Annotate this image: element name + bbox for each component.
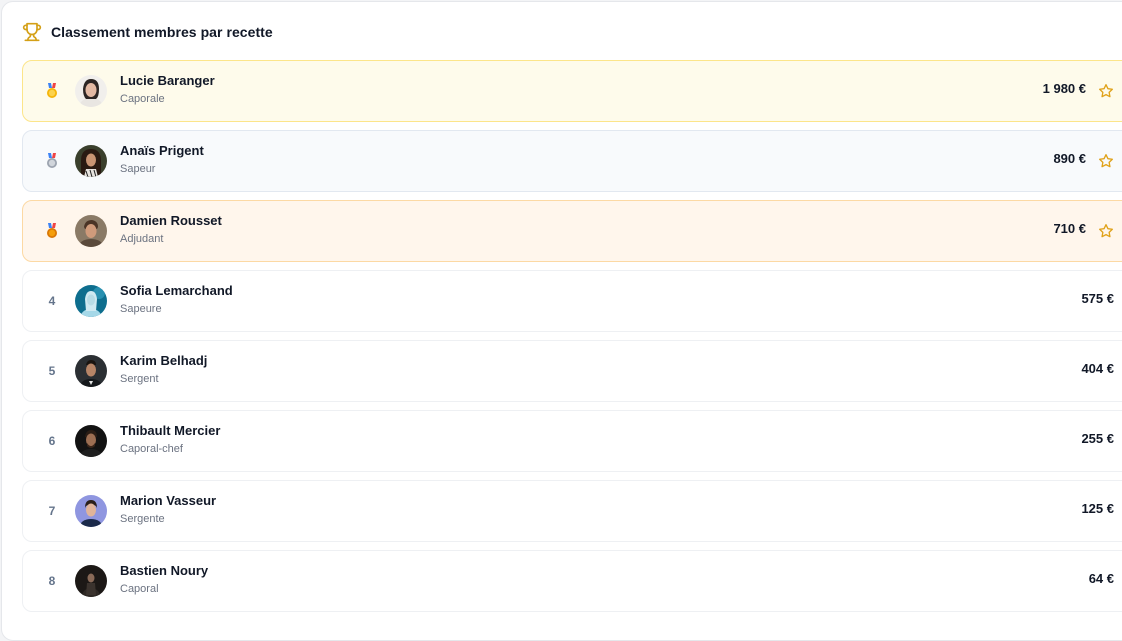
avatar <box>75 495 107 527</box>
member-amount: 404 € <box>1081 361 1114 376</box>
avatar <box>75 285 107 317</box>
list-item[interactable]: Damien Rousset Adjudant 710 € <box>22 200 1122 262</box>
member-name: Lucie Baranger <box>120 73 215 88</box>
avatar <box>75 355 107 387</box>
avatar <box>75 565 107 597</box>
list-item[interactable]: 7 Marion Vasseur Sergente 125 € <box>22 480 1122 542</box>
member-name: Sofia Lemarchand <box>120 283 233 298</box>
member-role: Sapeure <box>120 303 162 315</box>
avatar <box>75 145 107 177</box>
star-icon[interactable] <box>1098 83 1114 99</box>
member-amount: 710 € <box>1053 221 1086 236</box>
avatar <box>75 215 107 247</box>
list-item[interactable]: Anaïs Prigent Sapeur 890 € <box>22 130 1122 192</box>
list-item[interactable]: 4 Sofia Lemarchand Sapeure 575 € <box>22 270 1122 332</box>
member-name: Marion Vasseur <box>120 493 217 508</box>
silver-medal-icon <box>47 153 57 168</box>
star-icon[interactable] <box>1098 223 1114 239</box>
list-item[interactable]: Lucie Baranger Caporale 1 980 € <box>22 60 1122 122</box>
gold-medal-icon <box>47 83 57 98</box>
rank-badge <box>39 201 65 261</box>
member-amount: 125 € <box>1081 501 1114 516</box>
member-role: Adjudant <box>120 233 164 245</box>
rank-number: 6 <box>48 434 56 448</box>
member-role: Caporal-chef <box>120 443 183 455</box>
member-amount: 255 € <box>1081 431 1114 446</box>
member-name: Anaïs Prigent <box>120 143 204 158</box>
member-role: Sergente <box>120 513 165 525</box>
card-header: Classement membres par recette <box>22 22 273 42</box>
member-amount: 575 € <box>1081 291 1114 306</box>
rank-number: 7 <box>48 504 56 518</box>
rank-badge <box>39 61 65 121</box>
member-name: Bastien Noury <box>120 563 209 578</box>
list-item[interactable]: 8 Bastien Noury Caporal 64 € <box>22 550 1122 612</box>
member-role: Caporale <box>120 93 165 105</box>
member-role: Sapeur <box>120 163 156 175</box>
bronze-medal-icon <box>47 223 57 238</box>
rank-number: 5 <box>48 364 56 378</box>
member-amount: 1 980 € <box>1042 81 1086 96</box>
list-item[interactable]: 6 Thibault Mercier Caporal-chef 255 € <box>22 410 1122 472</box>
avatar <box>75 75 107 107</box>
star-icon[interactable] <box>1098 153 1114 169</box>
member-name: Thibault Mercier <box>120 423 221 438</box>
member-name: Damien Rousset <box>120 213 222 228</box>
avatar <box>75 425 107 457</box>
member-role: Caporal <box>120 583 159 595</box>
members-list: Lucie Baranger Caporale 1 980 € Anaïs Pr… <box>22 60 1122 620</box>
ranking-card: Classement membres par recette Lucie Bar… <box>1 1 1122 641</box>
rank-number: 4 <box>48 294 56 308</box>
card-title: Classement membres par recette <box>51 24 273 40</box>
rank-badge <box>39 131 65 191</box>
rank-number: 8 <box>48 574 56 588</box>
member-amount: 890 € <box>1053 151 1086 166</box>
member-amount: 64 € <box>1088 571 1114 586</box>
member-name: Karim Belhadj <box>120 353 208 368</box>
member-role: Sergent <box>120 373 159 385</box>
list-item[interactable]: 5 Karim Belhadj Sergent 404 € <box>22 340 1122 402</box>
trophy-icon <box>22 22 42 42</box>
